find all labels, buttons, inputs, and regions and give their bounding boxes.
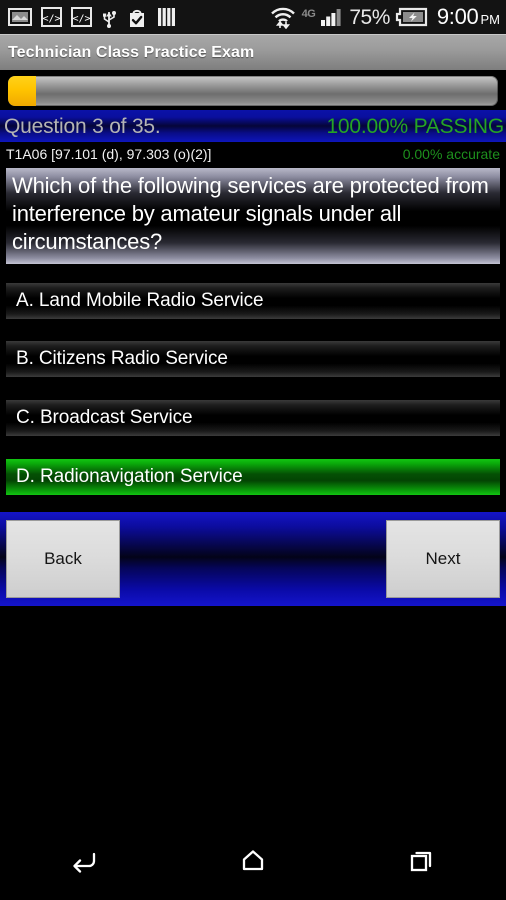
play-store-bag-icon: [126, 7, 148, 28]
app-title-bar: Technician Class Practice Exam: [0, 34, 506, 70]
code-icon: </>: [71, 7, 92, 27]
system-back-button[interactable]: [0, 847, 169, 873]
answer-option-b-label: B. Citizens Radio Service: [16, 348, 228, 369]
question-header: Question 3 of 35. 100.00% PASSING: [0, 110, 506, 142]
question-text: Which of the following services are prot…: [12, 173, 489, 254]
battery-percent-label: 75%: [349, 5, 390, 29]
question-counter: Question 3 of 35.: [4, 114, 161, 138]
passing-status: 100.00% PASSING: [326, 114, 504, 138]
answer-option-c[interactable]: C. Broadcast Service: [6, 400, 500, 436]
status-bar-notification-icons: </> </>: [8, 7, 178, 28]
battery-charging-icon: [395, 7, 428, 27]
answer-option-d-label: D. Radionavigation Service: [16, 466, 243, 487]
accuracy-label: 0.00% accurate: [402, 146, 500, 162]
cell-signal-icon: [320, 7, 344, 27]
network-type-label: 4G: [301, 7, 316, 20]
system-navigation-bar: [0, 820, 506, 900]
question-panel: Which of the following services are prot…: [6, 168, 500, 264]
recents-icon: [407, 847, 437, 873]
home-icon: [238, 847, 268, 873]
svg-text:</>: </>: [42, 14, 60, 25]
usb-icon: [101, 7, 117, 28]
status-bar-system-icons: 4G 75% 9:00 PM: [269, 5, 500, 29]
status-bar: </> </> 4G 75% 9:00 PM: [0, 0, 506, 34]
answer-option-a-label: A. Land Mobile Radio Service: [16, 290, 264, 311]
wifi-transfer-icon: [269, 5, 297, 29]
clock: 9:00 PM: [437, 6, 500, 28]
answer-option-a[interactable]: A. Land Mobile Radio Service: [6, 283, 500, 319]
screenshot-icon: [8, 8, 32, 26]
back-button-label: Back: [44, 549, 82, 568]
system-home-button[interactable]: [169, 847, 338, 873]
next-button[interactable]: Next: [386, 520, 500, 598]
svg-text:</>: </>: [72, 14, 90, 25]
app-title: Technician Class Practice Exam: [8, 43, 255, 61]
app-screen: </> </> 4G 75% 9:00 PM Technician Class …: [0, 0, 506, 900]
answer-option-b[interactable]: B. Citizens Radio Service: [6, 341, 500, 377]
answer-option-c-label: C. Broadcast Service: [16, 407, 193, 428]
exam-progress-container: [0, 70, 506, 110]
exam-progress-bar: [8, 76, 498, 106]
exam-nav-bar: Back Next: [0, 512, 506, 606]
barcode-icon: [157, 7, 178, 27]
question-code: T1A06 [97.101 (d), 97.303 (o)(2)]: [6, 146, 212, 162]
exam-progress-fill: [8, 76, 36, 106]
answer-option-d[interactable]: D. Radionavigation Service: [6, 459, 500, 495]
clock-ampm: PM: [480, 12, 501, 27]
back-button[interactable]: Back: [6, 520, 120, 598]
code-icon: </>: [41, 7, 62, 27]
question-meta-row: T1A06 [97.101 (d), 97.303 (o)(2)] 0.00% …: [0, 142, 506, 166]
system-recents-button[interactable]: [337, 847, 506, 873]
next-button-label: Next: [425, 549, 461, 568]
back-icon: [69, 847, 99, 873]
clock-time: 9:00: [436, 4, 479, 29]
